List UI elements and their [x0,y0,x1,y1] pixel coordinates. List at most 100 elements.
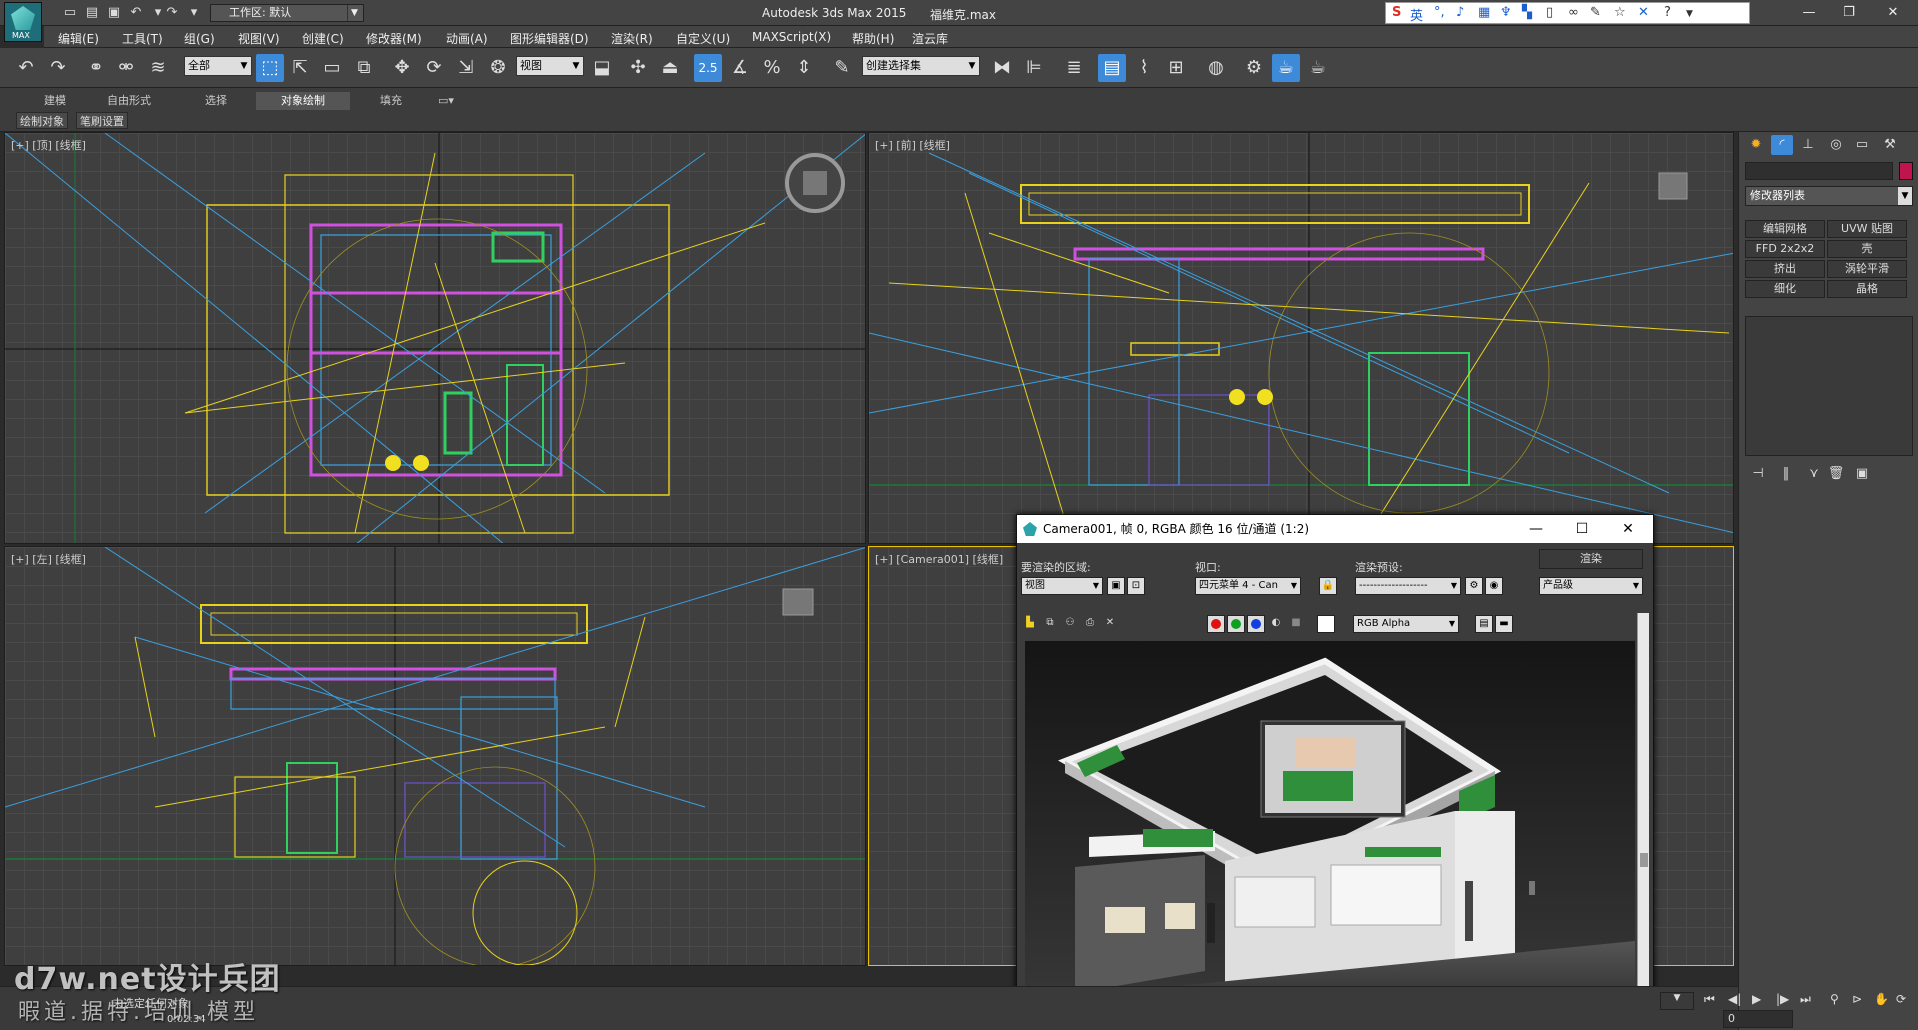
object-color-swatch[interactable] [1899,162,1913,180]
rotate-icon[interactable]: ⟳ [420,54,448,82]
menu-view[interactable]: 视图(V) [238,30,280,47]
ribbon-tab-object-paint[interactable]: 对象绘制 [256,92,350,110]
configure-sets-icon[interactable]: ▣ [1851,466,1873,484]
app-menu-button[interactable]: MAX [4,2,42,42]
modifier-stack[interactable] [1745,316,1913,456]
green-channel-toggle[interactable] [1227,615,1245,633]
layer-manager-icon[interactable]: ≣ [1060,54,1088,82]
close-icon[interactable]: ✕ [1878,4,1908,22]
prev-frame-icon[interactable]: ◀| [1728,992,1741,1006]
menu-modifiers[interactable]: 修改器(M) [366,30,422,47]
ribbon-tab-modeling[interactable]: 建模 [12,92,98,110]
subtab-paint-objects[interactable]: 绘制对象 [16,112,68,129]
key-filter-dropdown[interactable]: ▼ [1660,992,1694,1010]
play-icon[interactable]: ▶ [1752,992,1761,1006]
ribbon-tab-populate[interactable]: 填充 [350,92,432,110]
object-name-field[interactable] [1745,162,1893,180]
modifier-turbosmooth-button[interactable]: 涡轮平滑 [1827,260,1907,278]
select-by-name-icon[interactable]: ⇱ [286,54,314,82]
modifier-edit-mesh-button[interactable]: 编辑网格 [1745,220,1825,238]
alpha-channel-icon[interactable]: ◐ [1267,615,1285,633]
goto-end-icon[interactable]: ⏭ [1800,992,1811,1007]
undo-icon[interactable]: ↶ [12,54,40,82]
ime-lang[interactable]: 英 [1410,5,1423,24]
menu-customize[interactable]: 自定义(U) [676,30,730,47]
scene-explorer-icon[interactable]: ▤ [1098,54,1126,82]
viewport-camera-label[interactable]: [+] [Camera001] [线框] [875,551,1003,567]
zoom-icon[interactable]: ⚲ [1830,992,1839,1006]
menu-group[interactable]: 组(G) [184,30,215,47]
place-icon[interactable]: ❂ [484,54,512,82]
new-file-icon[interactable]: ▭ [62,5,78,21]
menu-tools[interactable]: 工具(T) [122,30,163,47]
clear-icon[interactable]: ✕ [1101,615,1119,633]
keyboard-shortcut-icon[interactable]: ⏏ [656,54,684,82]
pin-stack-icon[interactable]: ⊣ [1747,466,1769,484]
select-manipulate-icon[interactable]: ✣ [624,54,652,82]
punctuation-icon[interactable]: °, [1434,5,1445,20]
modifier-ffd-button[interactable]: FFD 2x2x2 [1745,240,1825,258]
render-window-scrollbar[interactable] [1637,613,1649,1029]
save-icon[interactable]: ▣ [106,5,122,21]
angle-snap-icon[interactable]: ∡ [726,54,754,82]
selection-filter-dropdown[interactable]: 全部 ▼ [184,56,252,76]
undo-icon[interactable]: ↶ [128,5,144,21]
modifier-tessellate-button[interactable]: 细化 [1745,280,1825,298]
schematic-view-icon[interactable]: ⊞ [1162,54,1190,82]
ribbon-tab-freeform[interactable]: 自由形式 [98,92,160,110]
pan-icon[interactable]: ✋ [1874,992,1889,1006]
make-unique-icon[interactable]: ⋎ [1803,466,1825,484]
modifier-lattice-button[interactable]: 晶格 [1827,280,1907,298]
toggle-ui-overlay-icon[interactable]: ▤ [1475,615,1493,633]
field-of-view-icon[interactable]: ⊳ [1852,992,1862,1006]
redo-icon[interactable]: ↷ [44,54,72,82]
redo-dropdown-icon[interactable]: ▾ [186,5,202,21]
swatch-white[interactable] [1317,615,1335,633]
exchange-icon[interactable]: ✕ [1638,5,1649,20]
menu-rendering[interactable]: 渲染(R) [611,30,653,47]
microphone-icon[interactable]: ♪ [1456,5,1464,20]
snaps-toggle-icon[interactable]: 2.5 [694,54,722,82]
modifier-uvw-map-button[interactable]: UVW 贴图 [1827,220,1907,238]
area-to-render-dropdown[interactable]: 视图 ▼ [1021,577,1103,595]
window-crossing-icon[interactable]: ⧉ [350,54,378,82]
blue-channel-toggle[interactable] [1247,615,1265,633]
remove-modifier-icon[interactable]: 🗑 [1825,466,1847,484]
red-channel-toggle[interactable] [1207,615,1225,633]
menu-help[interactable]: 帮助(H) [852,30,894,47]
viewport-left[interactable]: [+] [左] [线框] [4,546,866,966]
render-quality-dropdown[interactable]: 产品级 ▼ [1539,577,1643,595]
auto-region-icon[interactable]: ⊡ [1127,577,1145,595]
show-end-result-icon[interactable]: ‖ [1775,466,1797,484]
modifier-list-dropdown[interactable]: 修改器列表 ▼ [1745,186,1913,206]
goto-start-icon[interactable]: ⏮ [1704,992,1715,1007]
menu-graph-editors[interactable]: 图形编辑器(D) [510,30,589,47]
render-setup-icon[interactable]: ⚙ [1240,54,1268,82]
align-icon[interactable]: ⊫ [1020,54,1048,82]
menu-edit[interactable]: 编辑(E) [58,30,99,47]
move-icon[interactable]: ✥ [388,54,416,82]
viewport-front-label[interactable]: [+] [前] [线框] [875,137,950,153]
reference-coordinate-dropdown[interactable]: 视图 ▼ [516,56,584,76]
minimize-icon[interactable]: — [1794,4,1824,22]
current-frame-field[interactable]: 0 [1723,1010,1793,1028]
binoculars-icon[interactable]: ∞ [1568,5,1579,20]
clone-window-icon[interactable]: ⚇ [1061,615,1079,633]
monochrome-icon[interactable]: ■ [1287,615,1305,633]
edit-region-icon[interactable]: ▣ [1107,577,1125,595]
bind-spacewarp-icon[interactable]: ≋ [144,54,172,82]
percent-snap-icon[interactable]: % [758,54,786,82]
help-icon[interactable]: ? [1664,5,1671,20]
lock-viewport-icon[interactable]: 🔒 [1319,577,1337,595]
scroll-thumb[interactable] [1640,853,1648,867]
menu-render-cloud[interactable]: 渲云库 [912,30,948,47]
copy-image-icon[interactable]: ⧉ [1041,615,1059,633]
save-image-icon[interactable]: ▙ [1021,615,1039,633]
ribbon-options-icon[interactable]: ▭▾ [432,92,460,110]
render-production-icon[interactable]: ☕ [1304,54,1332,82]
mirror-icon[interactable]: ⧓ [988,54,1016,82]
chevron-down-icon[interactable]: ▼ [1686,9,1693,19]
modify-tab-icon[interactable]: ◜ [1771,135,1793,155]
open-file-icon[interactable]: ▤ [84,5,100,21]
motion-tab-icon[interactable]: ◎ [1825,135,1847,155]
